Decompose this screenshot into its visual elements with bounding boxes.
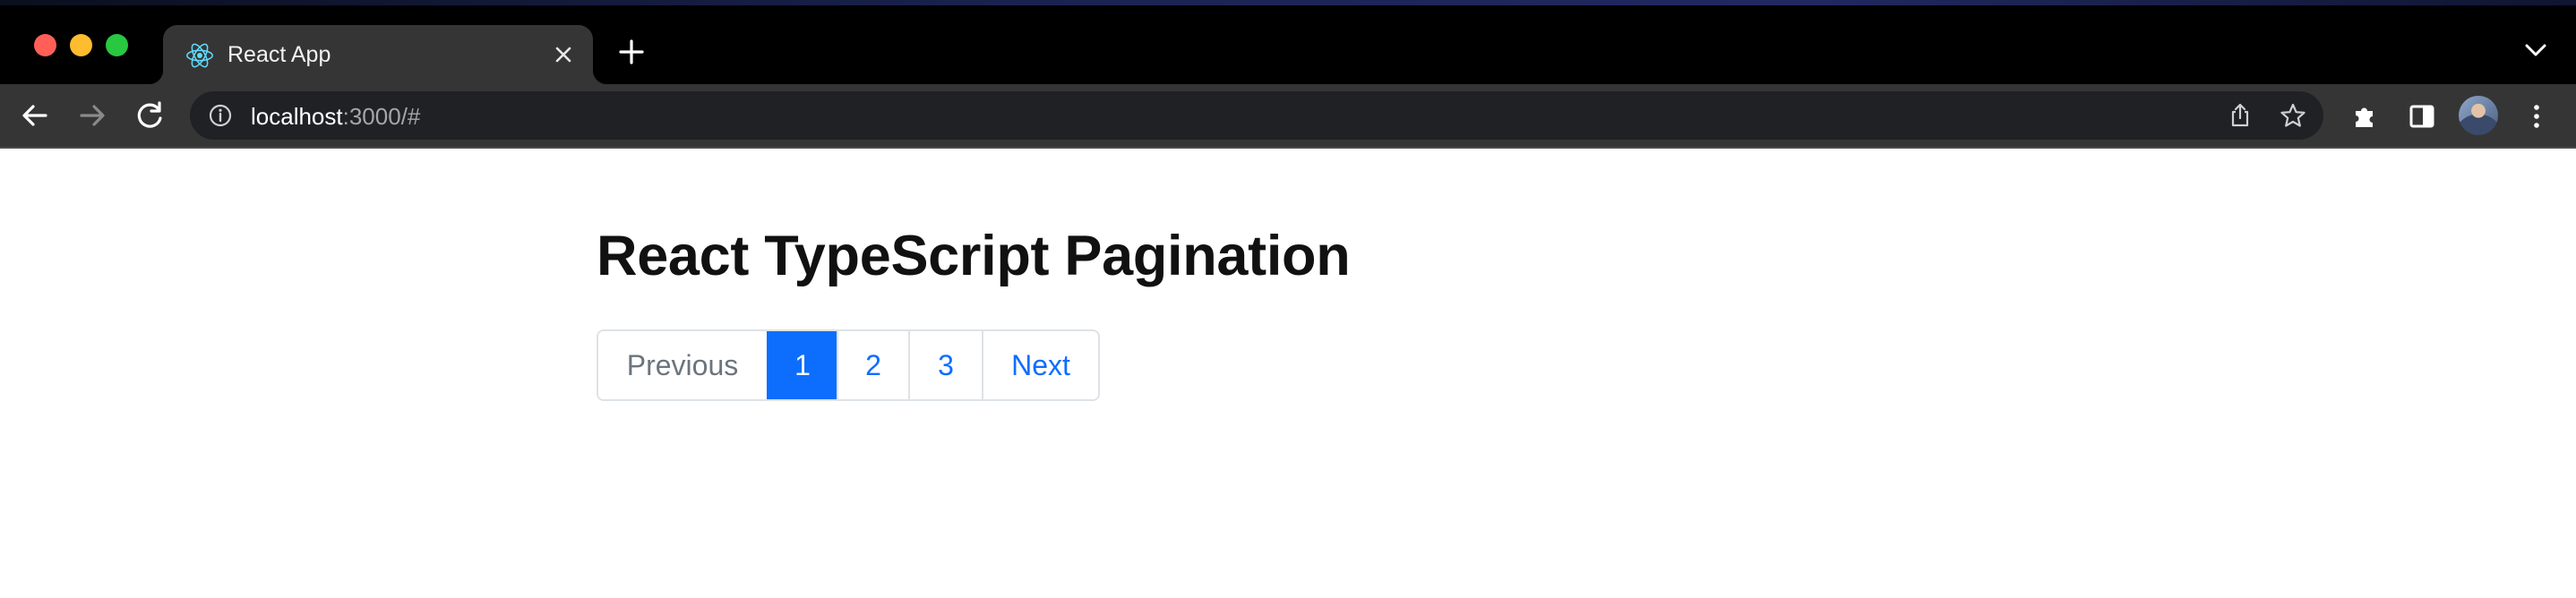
window-maximize-button[interactable]	[106, 34, 128, 56]
address-bar[interactable]: localhost:3000/#	[190, 91, 2323, 140]
close-icon[interactable]	[552, 43, 575, 66]
plus-icon[interactable]	[618, 38, 645, 65]
browser-toolbar: localhost:3000/#	[0, 84, 2576, 147]
url-host: localhost	[251, 103, 343, 130]
pagination-previous-button[interactable]: Previous	[598, 331, 767, 399]
page-title: React TypeScript Pagination	[597, 225, 1351, 287]
share-icon[interactable]	[2227, 102, 2254, 129]
info-icon[interactable]	[208, 103, 233, 128]
pagination: Previous 1 2 3 Next	[597, 329, 1100, 401]
url-text: localhost:3000/#	[251, 103, 420, 131]
toolbar-divider	[0, 147, 2576, 149]
arrow-right-icon[interactable]	[73, 97, 111, 134]
pagination-page-2-button[interactable]: 2	[837, 331, 908, 399]
pagination-page-1-button[interactable]: 1	[767, 331, 837, 399]
star-icon[interactable]	[2279, 101, 2307, 130]
chevron-down-icon[interactable]	[2524, 41, 2547, 59]
react-logo-icon	[186, 43, 213, 68]
pagination-page-3-button[interactable]: 3	[908, 331, 982, 399]
window-minimize-button[interactable]	[70, 34, 92, 56]
profile-avatar[interactable]	[2459, 96, 2498, 135]
tab-title: React App	[228, 42, 331, 67]
browser-tab-active[interactable]: React App	[149, 25, 607, 84]
reload-icon[interactable]	[131, 97, 168, 134]
kebab-menu-icon[interactable]	[2522, 102, 2551, 131]
pagination-next-button[interactable]: Next	[982, 331, 1098, 399]
window-close-button[interactable]	[34, 34, 56, 56]
arrow-left-icon[interactable]	[16, 97, 54, 134]
browser-titlebar: React App	[0, 0, 2576, 84]
puzzle-icon[interactable]	[2350, 102, 2379, 131]
titlebar-edge	[0, 0, 2576, 5]
url-path: :3000/#	[342, 103, 421, 130]
side-panel-icon[interactable]	[2408, 102, 2436, 131]
